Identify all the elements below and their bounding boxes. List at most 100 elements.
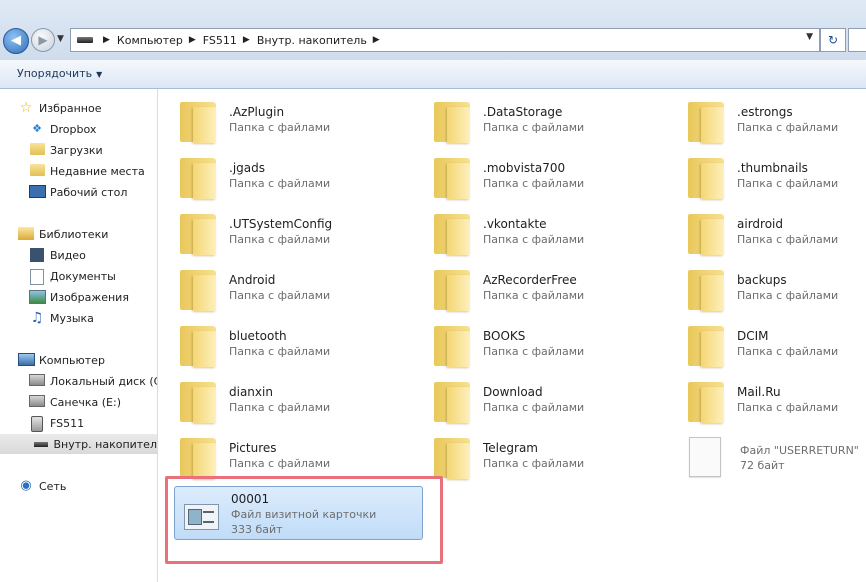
annotation-highlight-box bbox=[165, 476, 443, 564]
command-bar: Упорядочить ▼ bbox=[0, 60, 866, 89]
phone-device-icon bbox=[31, 416, 43, 432]
breadcrumb-separator[interactable]: ▶ bbox=[103, 35, 110, 45]
folder-icon bbox=[180, 438, 218, 479]
folder-type: Папка с файлами bbox=[483, 457, 585, 470]
chevron-down-icon: ▼ bbox=[57, 34, 64, 44]
breadcrumb-computer[interactable]: Компьютер bbox=[117, 34, 183, 47]
nav-item-internal-storage[interactable]: Внутр. накопител bbox=[0, 434, 157, 454]
window-titlebar: ◀ ▶ ▼ ▶ Компьютер ▶ FS511 ▶ Внутр. накоп… bbox=[0, 0, 866, 60]
folder-tile[interactable]: backups Папка с файлами bbox=[683, 264, 866, 316]
folder-name: dianxin bbox=[229, 385, 273, 399]
refresh-button[interactable]: ↻ bbox=[820, 28, 846, 52]
libraries-icon bbox=[18, 227, 34, 240]
folder-tile[interactable]: BOOKS Папка с файлами bbox=[429, 320, 669, 372]
folder-tile[interactable]: .DataStorage Папка с файлами bbox=[429, 96, 669, 148]
nav-label: Санечка (E:) bbox=[50, 395, 122, 409]
folder-name: .DataStorage bbox=[483, 105, 563, 119]
nav-item-recent-places[interactable]: Недавние места bbox=[29, 161, 145, 181]
nav-favorites[interactable]: ☆ Избранное bbox=[18, 98, 102, 118]
nav-label: Изображения bbox=[50, 290, 129, 304]
nav-item-music[interactable]: ♫ Музыка bbox=[29, 308, 94, 328]
nav-item-desktop[interactable]: Рабочий стол bbox=[29, 182, 127, 202]
folder-type: Папка с файлами bbox=[737, 233, 839, 246]
folder-name: .UTSystemConfig bbox=[229, 217, 333, 231]
nav-libraries[interactable]: Библиотеки bbox=[18, 224, 108, 244]
folder-tile[interactable]: Telegram Папка с файлами bbox=[429, 432, 669, 484]
folder-icon bbox=[180, 158, 218, 199]
folder-icon bbox=[434, 158, 472, 199]
folder-tile[interactable]: Mail.Ru Папка с файлами bbox=[683, 376, 866, 428]
folder-type: Папка с файлами bbox=[483, 233, 585, 246]
nav-item-dropbox[interactable]: ❖ Dropbox bbox=[29, 119, 96, 139]
nav-item-video[interactable]: Видео bbox=[29, 245, 86, 265]
file-tile-userreturn[interactable]: Файл "USERRETURN" 72 байт bbox=[686, 430, 866, 482]
chevron-down-icon: ▼ bbox=[96, 70, 103, 79]
nav-label: Dropbox bbox=[50, 122, 97, 136]
breadcrumb-fs511[interactable]: FS511 bbox=[203, 34, 237, 47]
folder-tile[interactable]: airdroid Папка с файлами bbox=[683, 208, 866, 260]
file-type: Файл "USERRETURN" bbox=[740, 444, 859, 457]
folder-tile[interactable]: .mobvista700 Папка с файлами bbox=[429, 152, 669, 204]
nav-item-fs511[interactable]: FS511 bbox=[29, 413, 84, 433]
folder-name: bluetooth bbox=[229, 329, 287, 343]
folder-icon bbox=[434, 326, 472, 367]
desktop-icon bbox=[29, 185, 46, 198]
folder-icon bbox=[434, 438, 472, 479]
folder-icon bbox=[434, 102, 472, 143]
breadcrumb-separator[interactable]: ▶ bbox=[243, 35, 250, 45]
folder-tile[interactable]: .vkontakte Папка с файлами bbox=[429, 208, 669, 260]
address-bar[interactable]: ▶ Компьютер ▶ FS511 ▶ Внутр. накопитель … bbox=[70, 28, 820, 52]
nav-label: Избранное bbox=[39, 101, 102, 115]
navigation-pane[interactable]: ☆ Избранное ❖ Dropbox Загрузки Недавние … bbox=[0, 89, 158, 582]
folder-tile[interactable]: bluetooth Папка с файлами bbox=[175, 320, 415, 372]
folder-tile[interactable]: .estrongs Папка с файлами bbox=[683, 96, 866, 148]
drive-icon bbox=[77, 37, 93, 43]
nav-label: Недавние места bbox=[50, 164, 145, 178]
nav-label: Загрузки bbox=[50, 143, 103, 157]
folder-tile[interactable]: Android Папка с файлами bbox=[175, 264, 415, 316]
folder-tile[interactable]: .jgads Папка с файлами bbox=[175, 152, 415, 204]
folder-name: backups bbox=[737, 273, 787, 287]
nav-item-local-disk[interactable]: Локальный диск (C bbox=[29, 371, 157, 391]
folder-icon bbox=[434, 382, 472, 423]
nav-label: Библиотеки bbox=[39, 227, 109, 241]
nav-item-documents[interactable]: Документы bbox=[29, 266, 116, 286]
folder-icon bbox=[180, 102, 218, 143]
dropbox-icon: ❖ bbox=[32, 122, 42, 135]
folder-tile[interactable]: DCIM Папка с файлами bbox=[683, 320, 866, 372]
folder-type: Папка с файлами bbox=[483, 121, 585, 134]
nav-label: Музыка bbox=[50, 311, 94, 325]
address-history-dropdown[interactable]: ▼ bbox=[806, 32, 813, 42]
folder-type: Папка с файлами bbox=[229, 289, 331, 302]
nav-item-drive-e[interactable]: Санечка (E:) bbox=[29, 392, 121, 412]
organize-button[interactable]: Упорядочить ▼ bbox=[17, 67, 102, 80]
folder-icon bbox=[688, 102, 726, 143]
folder-tile[interactable]: AzRecorderFree Папка с файлами bbox=[429, 264, 669, 316]
refresh-icon: ↻ bbox=[827, 33, 839, 47]
folder-tile[interactable]: .UTSystemConfig Папка с файлами bbox=[175, 208, 415, 260]
folder-name: Download bbox=[483, 385, 543, 399]
nav-computer[interactable]: Компьютер bbox=[18, 350, 105, 370]
breadcrumb-internal-storage[interactable]: Внутр. накопитель bbox=[257, 34, 367, 47]
breadcrumb-separator[interactable]: ▶ bbox=[189, 35, 196, 45]
recent-pages-dropdown[interactable]: ▼ bbox=[57, 34, 64, 44]
folder-tile[interactable]: Download Папка с файлами bbox=[429, 376, 669, 428]
nav-label: Документы bbox=[50, 269, 116, 283]
computer-icon bbox=[18, 353, 35, 366]
folder-icon bbox=[688, 214, 726, 255]
folder-tile[interactable]: .AzPlugin Папка с файлами bbox=[175, 96, 415, 148]
forward-button[interactable]: ▶ bbox=[31, 28, 55, 52]
folder-type: Папка с файлами bbox=[229, 345, 331, 358]
back-button[interactable]: ◀ bbox=[3, 28, 29, 54]
nav-network[interactable]: ◉ Сеть bbox=[18, 476, 66, 496]
breadcrumb-separator[interactable]: ▶ bbox=[373, 35, 380, 45]
folder-type: Папка с файлами bbox=[483, 177, 585, 190]
nav-item-pictures[interactable]: Изображения bbox=[29, 287, 129, 307]
search-input[interactable] bbox=[848, 28, 866, 52]
folder-tile[interactable]: .thumbnails Папка с файлами bbox=[683, 152, 866, 204]
folder-icon bbox=[180, 270, 218, 311]
nav-item-downloads[interactable]: Загрузки bbox=[29, 140, 103, 160]
nav-label: Рабочий стол bbox=[50, 185, 128, 199]
documents-library-icon bbox=[30, 269, 44, 285]
folder-tile[interactable]: dianxin Папка с файлами bbox=[175, 376, 415, 428]
